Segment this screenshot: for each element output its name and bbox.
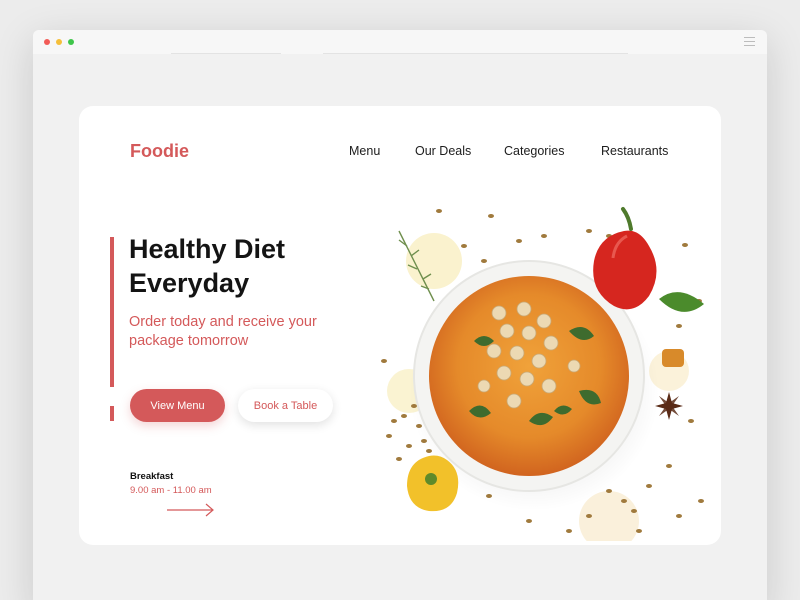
hero-title-line: Everyday bbox=[129, 268, 250, 298]
tab-divider bbox=[323, 53, 628, 54]
red-bell-pepper bbox=[593, 207, 657, 310]
hero-title-line: Healthy Diet bbox=[129, 234, 286, 264]
view-menu-button[interactable]: View Menu bbox=[130, 389, 225, 422]
book-table-button[interactable]: Book a Table bbox=[238, 389, 333, 422]
soup-bowl-image bbox=[381, 207, 704, 541]
nav-item-our-deals[interactable]: Our Deals bbox=[415, 144, 471, 158]
brand-logo[interactable]: Foodie bbox=[130, 141, 189, 162]
nav-item-menu[interactable]: Menu bbox=[349, 144, 380, 158]
squash-chunk bbox=[662, 349, 684, 367]
hero-card: Foodie Menu Our Deals Categories Restaur… bbox=[79, 106, 721, 545]
accent-bar bbox=[110, 237, 114, 387]
hours-label: Breakfast bbox=[130, 471, 174, 482]
close-window-button[interactable] bbox=[44, 39, 50, 45]
yellow-bell-pepper bbox=[407, 455, 459, 512]
minimize-window-button[interactable] bbox=[56, 39, 62, 45]
maximize-window-button[interactable] bbox=[68, 39, 74, 45]
tab-divider bbox=[171, 53, 281, 54]
hero-subtitle: Order today and receive your package tom… bbox=[129, 313, 359, 351]
nav-item-categories[interactable]: Categories bbox=[504, 144, 564, 158]
nav-item-restaurants[interactable]: Restaurants bbox=[601, 144, 668, 158]
basil-leaf bbox=[659, 292, 704, 312]
star-anise bbox=[655, 392, 683, 420]
hero-subtitle-line: Order today and receive your bbox=[129, 314, 317, 330]
hours-time: 9.00 am - 11.00 am bbox=[130, 485, 212, 496]
accent-bar-segment bbox=[110, 406, 114, 421]
title-bar bbox=[33, 30, 767, 54]
hero-subtitle-line: package tomorrow bbox=[129, 333, 249, 349]
hero-title: Healthy Diet Everyday bbox=[129, 232, 369, 300]
arrow-right-icon[interactable] bbox=[167, 503, 215, 517]
hamburger-icon[interactable] bbox=[744, 37, 755, 46]
